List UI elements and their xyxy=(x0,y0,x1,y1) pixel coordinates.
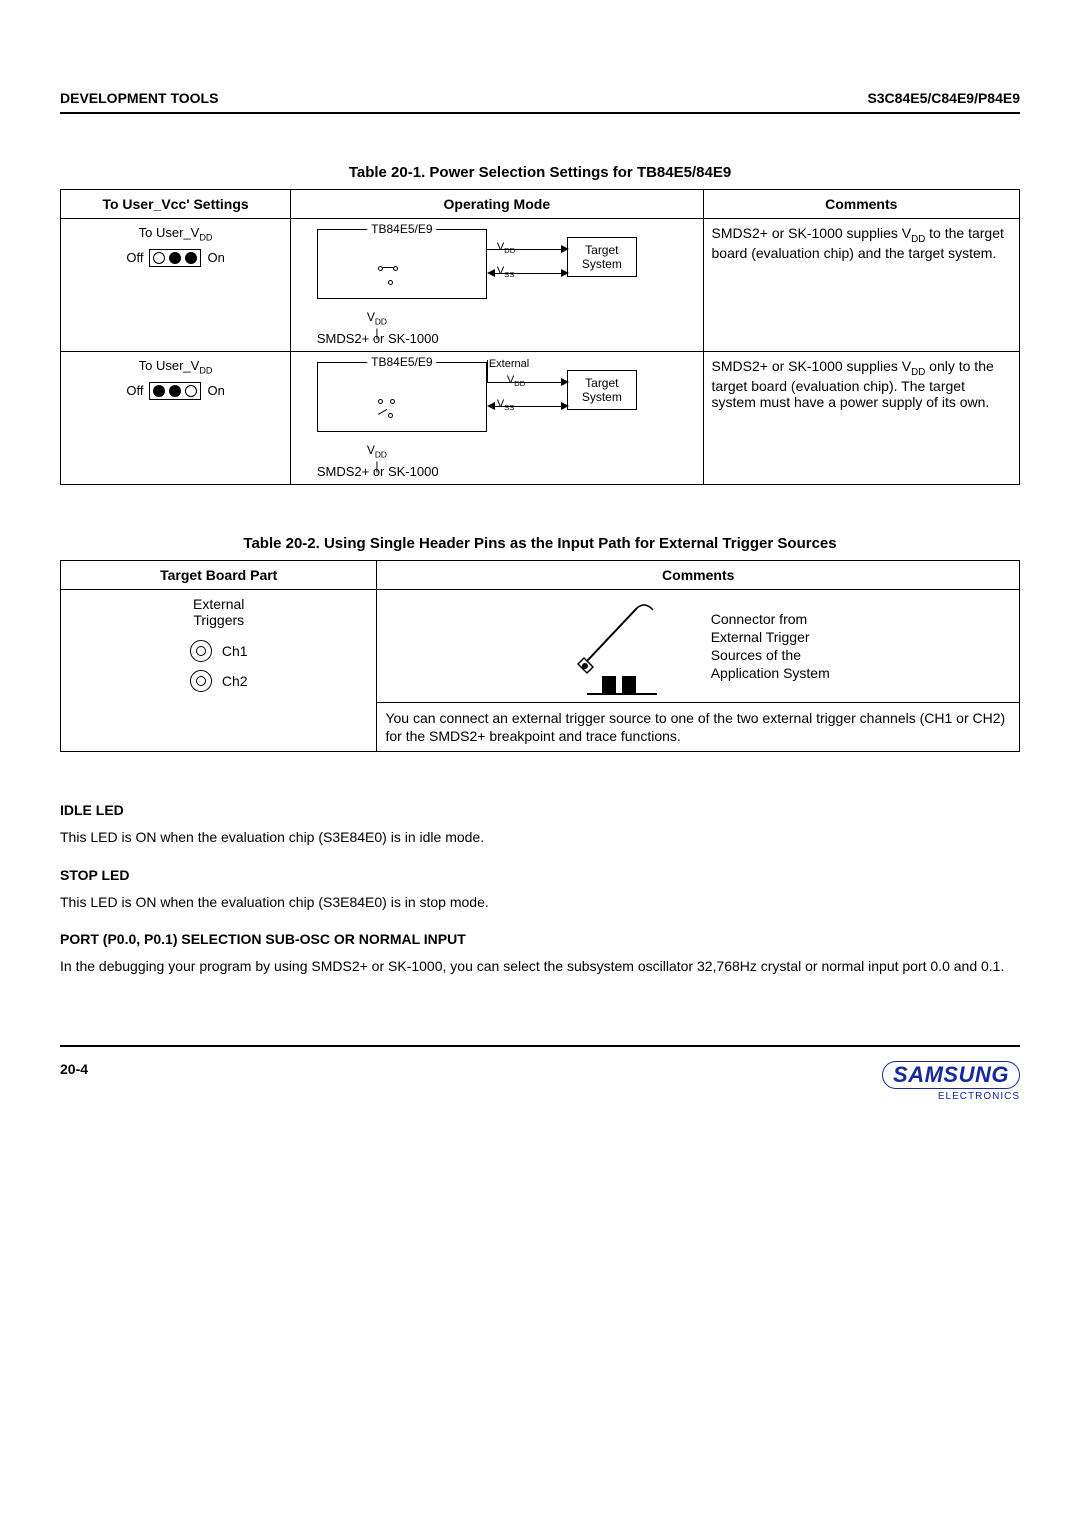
switch-pos-icon xyxy=(185,385,197,397)
samsung-logo-block: SAMSUNG ELECTRONICS xyxy=(882,1061,1020,1102)
stop-led-heading: STOP LED xyxy=(60,867,1020,883)
switch-off-label: Off xyxy=(126,250,143,265)
switch-top-label: To User_VDD xyxy=(69,225,282,243)
table1-comment: SMDS2+ or SK-1000 supplies VDD to the ta… xyxy=(703,219,1019,352)
ch1-pin: Ch1 xyxy=(69,640,368,662)
switch-pos-icon xyxy=(153,252,165,264)
switch-on-label: On xyxy=(207,383,224,398)
switch-diagram: Off On xyxy=(126,249,224,267)
switch-top-label: To User_VDD xyxy=(69,358,282,376)
table2: Target Board Part Comments ExternalTrigg… xyxy=(60,560,1020,752)
electronics-label: ELECTRONICS xyxy=(882,1091,1020,1102)
idle-led-heading: IDLE LED xyxy=(60,802,1020,818)
table1-comment: SMDS2+ or SK-1000 supplies VDD only to t… xyxy=(703,352,1019,485)
port-heading: PORT (P0.0, P0.1) SELECTION SUB-OSC OR N… xyxy=(60,931,1020,947)
external-label: External xyxy=(489,358,529,370)
page-header: DEVELOPMENT TOOLS S3C84E5/C84E9/P84E9 xyxy=(60,90,1020,114)
trigger-label: ExternalTriggers xyxy=(69,596,368,628)
table2-head-part: Target Board Part xyxy=(61,561,377,590)
header-right: S3C84E5/C84E9/P84E9 xyxy=(867,90,1020,106)
table-row: To User_VDD Off On TB84E5/E9 xyxy=(61,352,1020,485)
ch2-label: Ch2 xyxy=(222,673,248,689)
sk-label: SMDS2+ or SK-1000 xyxy=(317,331,439,346)
page-number: 20-4 xyxy=(60,1061,88,1077)
system-label: System xyxy=(582,257,622,271)
table1-head-settings: To User_Vcc' Settings xyxy=(61,190,291,219)
switch-pos-icon xyxy=(153,385,165,397)
table2-comment-body: You can connect an external trigger sour… xyxy=(377,703,1020,752)
ch2-pin: Ch2 xyxy=(69,670,368,692)
switch-diagram: Off On xyxy=(126,382,224,400)
samsung-logo: SAMSUNG xyxy=(882,1061,1020,1089)
tb-box-label: TB84E5/E9 xyxy=(367,355,436,369)
ch1-label: Ch1 xyxy=(222,643,248,659)
table1-head-comments: Comments xyxy=(703,190,1019,219)
connector-diagram: Connector fromExternal TriggerSources of… xyxy=(385,596,1011,696)
target-label: Target xyxy=(585,376,618,390)
target-label: Target xyxy=(585,243,618,257)
page-footer: 20-4 SAMSUNG ELECTRONICS xyxy=(60,1047,1020,1102)
switch-pos-icon xyxy=(169,252,181,264)
pin-icon xyxy=(190,670,212,692)
sk-label: SMDS2+ or SK-1000 xyxy=(317,464,439,479)
stop-led-body: This LED is ON when the evaluation chip … xyxy=(60,893,1020,911)
switch-pos-icon xyxy=(185,252,197,264)
table-row: To User_VDD Off On TB84E5/E9 xyxy=(61,219,1020,352)
connector-icon xyxy=(567,596,687,696)
connector-text: Connector fromExternal TriggerSources of… xyxy=(711,610,830,683)
pin-icon xyxy=(190,640,212,662)
port-body: In the debugging your program by using S… xyxy=(60,957,1020,975)
opmode-diagram: TB84E5/E9 Target System VDD xyxy=(317,225,677,345)
idle-led-body: This LED is ON when the evaluation chip … xyxy=(60,828,1020,846)
table1: To User_Vcc' Settings Operating Mode Com… xyxy=(60,189,1020,485)
system-label: System xyxy=(582,390,622,404)
table2-caption: Table 20-2. Using Single Header Pins as … xyxy=(60,535,1020,552)
opmode-diagram: TB84E5/E9 External Target System VDD xyxy=(317,358,677,478)
table1-caption: Table 20-1. Power Selection Settings for… xyxy=(60,164,1020,181)
switch-pos-icon xyxy=(169,385,181,397)
table-row: ExternalTriggers Ch1 Ch2 xyxy=(61,590,1020,703)
switch-off-label: Off xyxy=(126,383,143,398)
tb-box-label: TB84E5/E9 xyxy=(367,222,436,236)
table2-head-comments: Comments xyxy=(377,561,1020,590)
switch-on-label: On xyxy=(207,250,224,265)
table1-head-opmode: Operating Mode xyxy=(291,190,703,219)
header-left: DEVELOPMENT TOOLS xyxy=(60,90,218,106)
